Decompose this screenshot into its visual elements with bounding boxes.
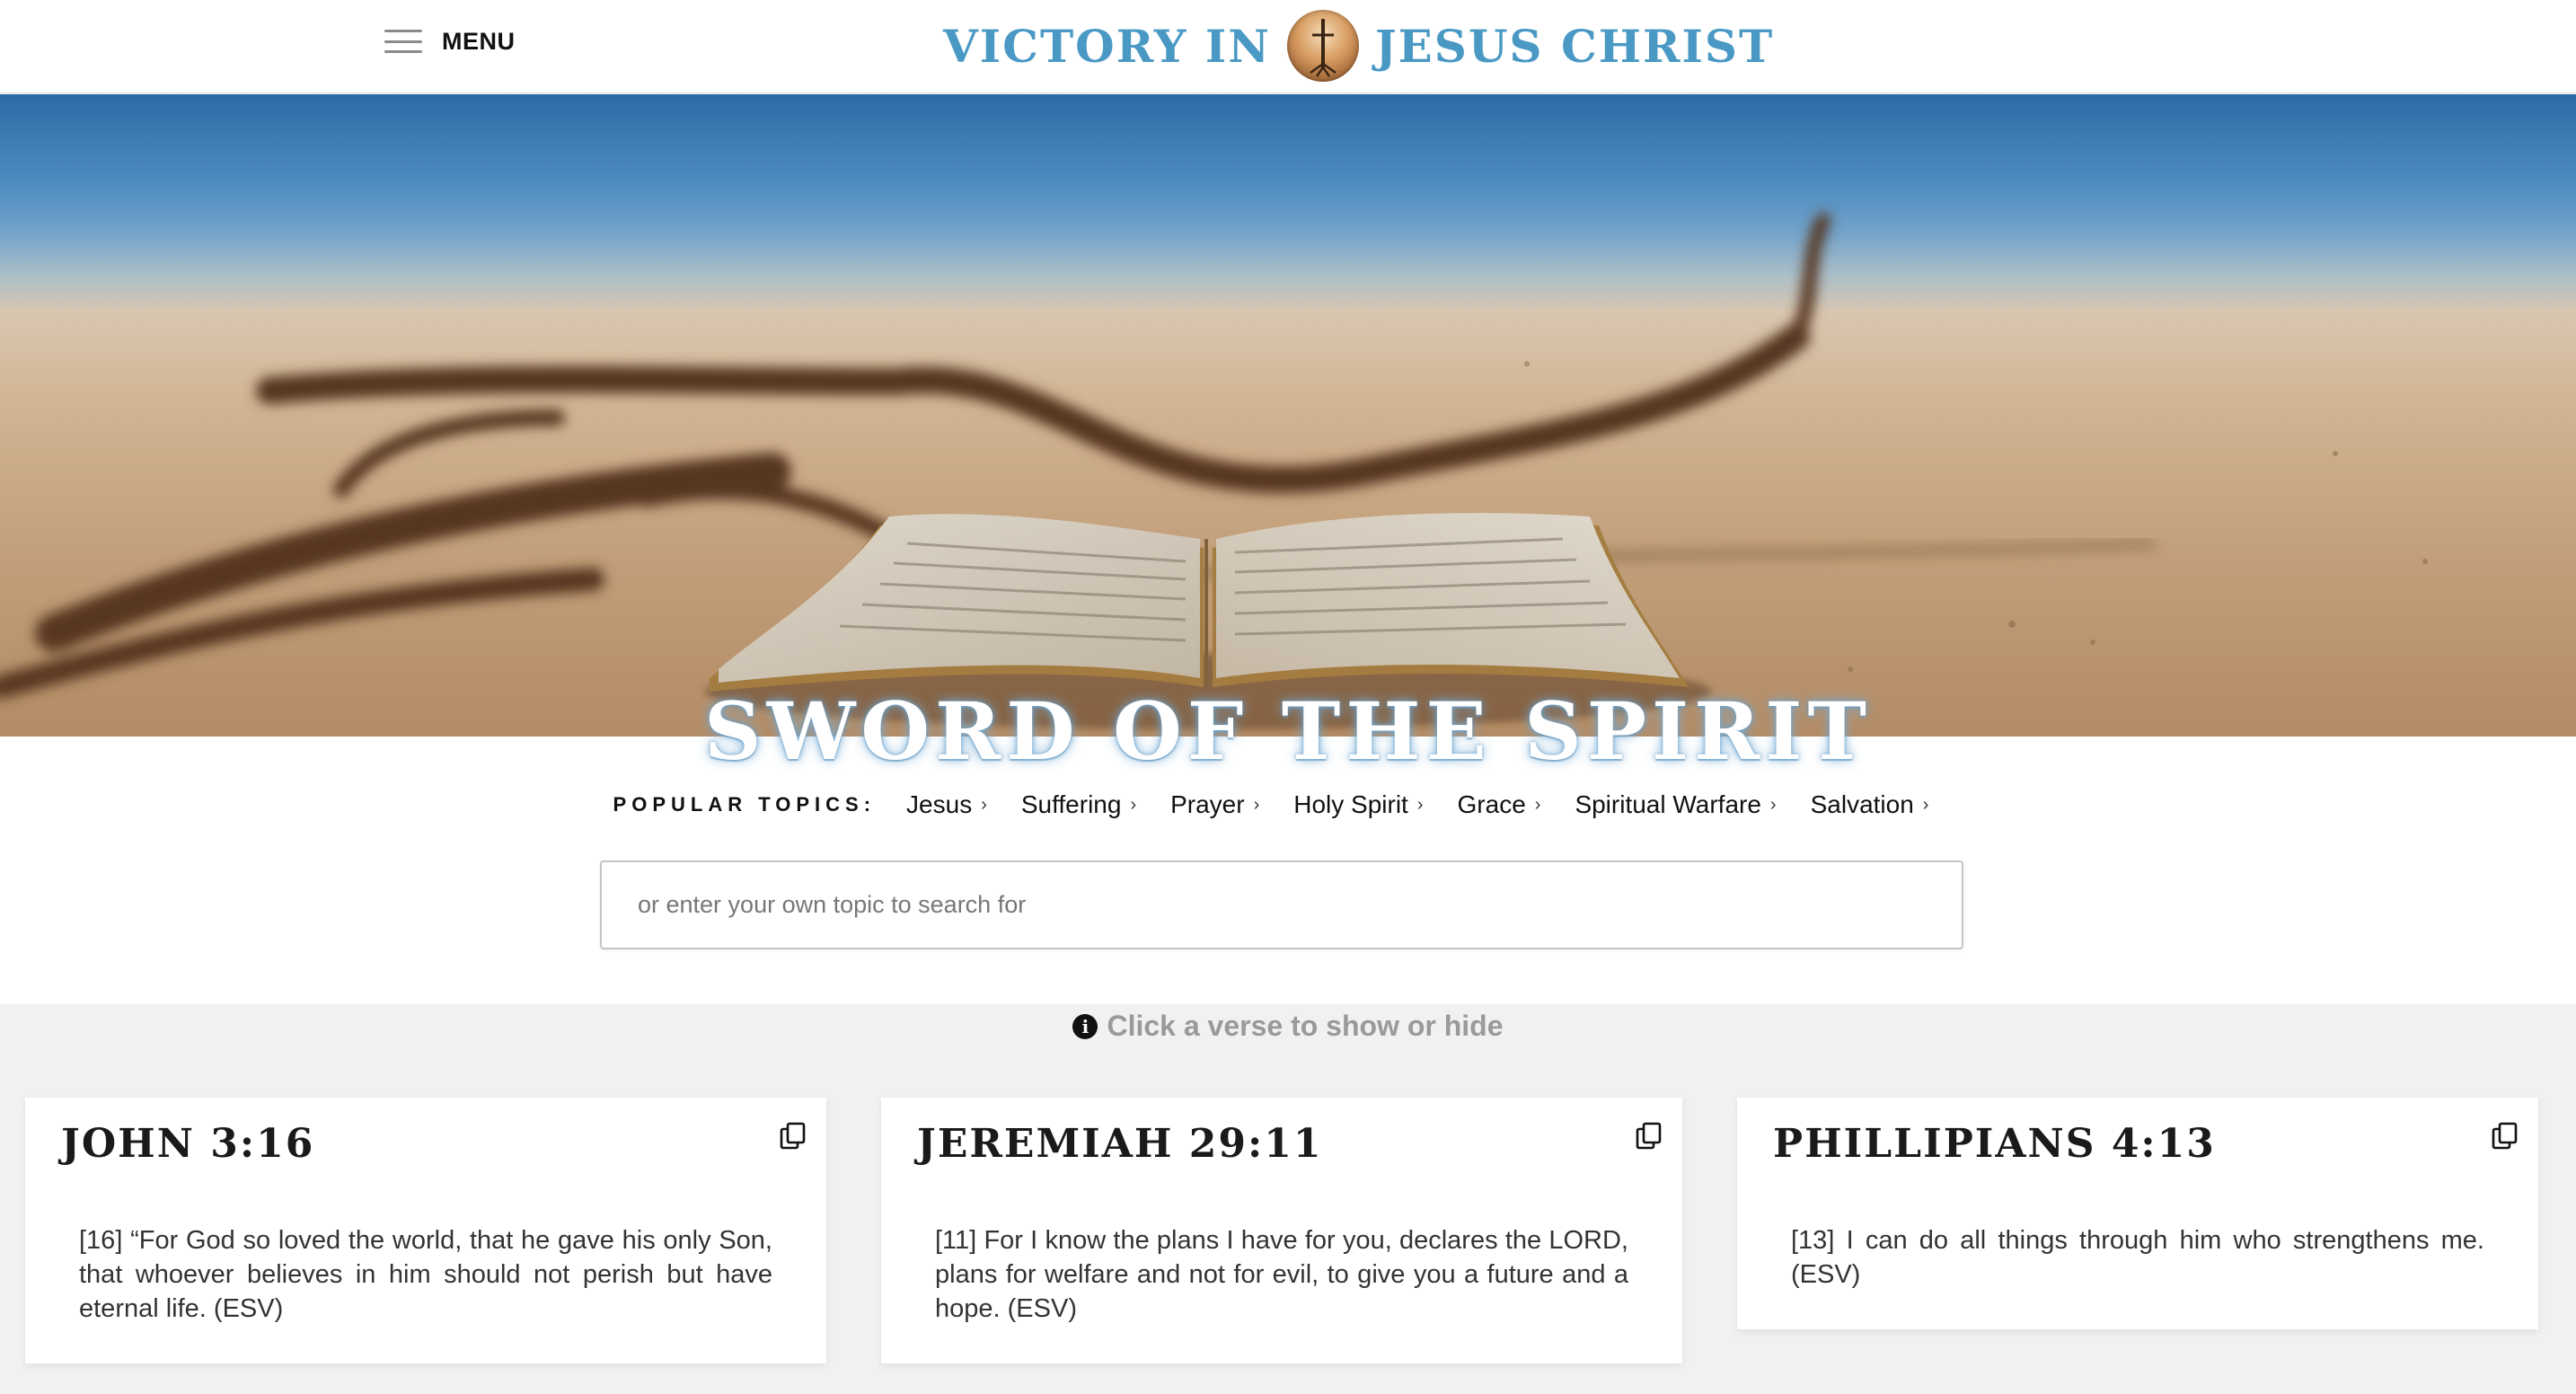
menu-button[interactable]: MENU	[384, 23, 516, 59]
copy-icon[interactable]	[778, 1121, 808, 1151]
topic-search-input[interactable]	[602, 862, 1962, 948]
verse-hint: i Click a verse to show or hide	[0, 1010, 2576, 1043]
topic-prayer[interactable]: Prayer ›	[1170, 790, 1259, 819]
chevron-right-icon: ›	[1922, 794, 1929, 815]
topic-grace[interactable]: Grace ›	[1458, 790, 1541, 819]
hero-title: SWORD OF THE SPIRIT	[704, 684, 1872, 778]
chevron-right-icon: ›	[1534, 794, 1541, 815]
logo-text-right: JESUS CHRIST	[1374, 19, 1775, 73]
chevron-right-icon: ›	[981, 794, 987, 815]
verse-card-phillipians-4-13[interactable]: PHILLIPIANS 4:13 [13] I can do all thing…	[1737, 1098, 2538, 1329]
beach-bible-illustration	[0, 94, 2576, 737]
topic-jesus[interactable]: Jesus ›	[906, 790, 987, 819]
popular-topics-label: POPULAR TOPICS:	[613, 793, 877, 816]
verse-reference: JOHN 3:16	[61, 1121, 315, 1167]
topic-holy-spirit[interactable]: Holy Spirit ›	[1293, 790, 1423, 819]
cross-sunrise-icon	[1286, 10, 1359, 82]
site-logo[interactable]: VICTORY IN JESUS CHRIST	[943, 7, 1774, 84]
topic-salvation[interactable]: Salvation ›	[1811, 790, 1929, 819]
site-header: MENU VICTORY IN JESUS CHRIST	[0, 0, 2576, 93]
chevron-right-icon: ›	[1130, 794, 1137, 815]
verse-text: [16] “For God so loved the world, that h…	[79, 1226, 772, 1323]
topic-label: Suffering	[1020, 790, 1122, 818]
verse-card-jeremiah-29-11[interactable]: JEREMIAH 29:11 [11] For I know the plans…	[881, 1098, 1682, 1363]
topic-label: Holy Spirit	[1293, 790, 1408, 818]
hero-banner	[0, 94, 2576, 737]
verse-reference: PHILLIPIANS 4:13	[1773, 1121, 2216, 1167]
copy-icon[interactable]	[1634, 1121, 1664, 1151]
topic-label: Grace	[1457, 790, 1526, 818]
topic-label: Prayer	[1170, 790, 1245, 818]
chevron-right-icon: ›	[1416, 794, 1424, 815]
hamburger-icon	[384, 30, 422, 53]
topic-label: Jesus	[906, 790, 973, 818]
copy-icon[interactable]	[2490, 1121, 2520, 1151]
topic-spiritual-warfare[interactable]: Spiritual Warfare ›	[1575, 790, 1776, 819]
info-icon: i	[1072, 1013, 1098, 1039]
topic-label: Spiritual Warfare	[1575, 790, 1761, 818]
verse-text: [13] I can do all things through him who…	[1791, 1226, 2484, 1289]
menu-label: MENU	[442, 27, 516, 55]
verse-text: [11] For I know the plans I have for you…	[935, 1226, 1628, 1323]
hint-text: Click a verse to show or hide	[1107, 1010, 1504, 1042]
chevron-right-icon: ›	[1253, 794, 1260, 815]
topic-suffering[interactable]: Suffering ›	[1021, 790, 1136, 819]
topic-search-box	[600, 860, 1963, 949]
verse-card-john-3-16[interactable]: JOHN 3:16 [16] “For God so loved the wor…	[25, 1098, 826, 1363]
logo-text-left: VICTORY IN	[943, 19, 1271, 73]
topic-label: Salvation	[1810, 790, 1914, 818]
verse-reference: JEREMIAH 29:11	[917, 1121, 1323, 1167]
popular-topics: POPULAR TOPICS: Jesus › Suffering › Prayer…	[0, 790, 2576, 819]
chevron-right-icon: ›	[1769, 794, 1777, 815]
